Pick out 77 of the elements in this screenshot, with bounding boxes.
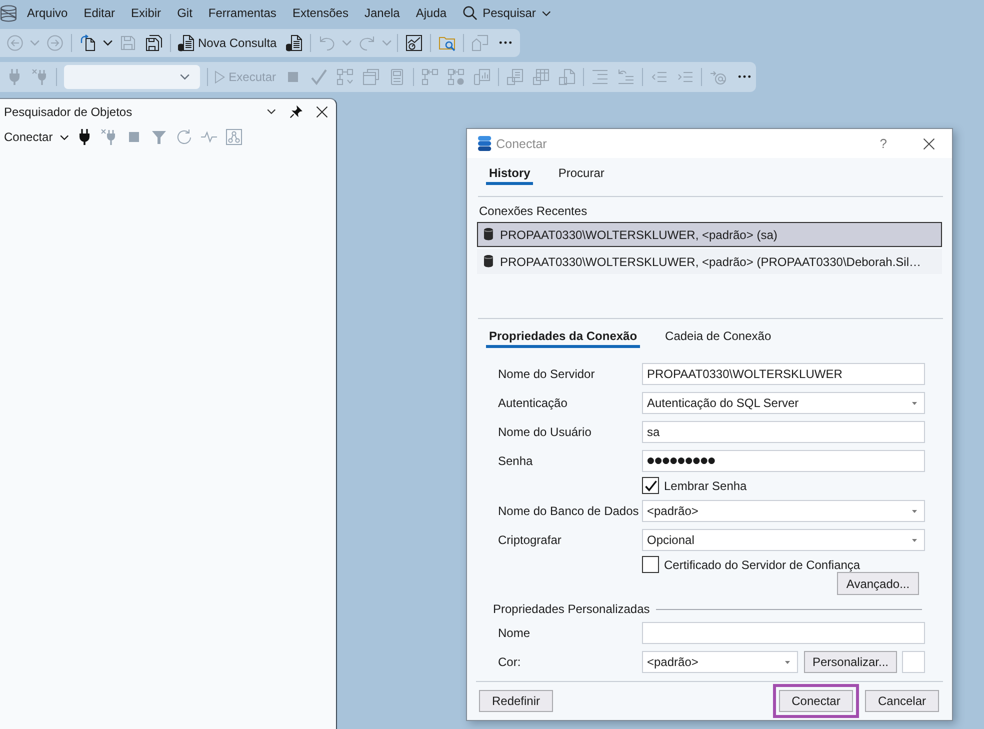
floppy-disks-icon[interactable]	[146, 35, 162, 51]
text-field[interactable]	[642, 622, 925, 644]
group-heading: Propriedades Personalizadas	[493, 601, 650, 617]
database-icon	[484, 255, 493, 268]
field-label: Nome	[498, 626, 532, 640]
caret-down-icon	[912, 538, 917, 542]
search-menu[interactable]: Pesquisar	[462, 6, 551, 20]
field-label: Nome do Servidor	[498, 367, 596, 381]
query-document-icon	[178, 35, 194, 51]
text-field[interactable]: sa	[642, 421, 925, 443]
field-label: Senha	[498, 454, 534, 468]
field-label: Criptografar	[498, 533, 562, 547]
form-button[interactable]: Avançado...	[837, 572, 919, 595]
menu-item[interactable]: Editar	[84, 6, 116, 20]
panel-title: Pesquisador de Objetos	[4, 104, 134, 118]
dialog-title: Conectar	[496, 136, 548, 150]
search-icon	[462, 6, 477, 20]
help-button[interactable]: ?	[880, 136, 887, 151]
menu-item[interactable]: Ferramentas	[208, 6, 276, 20]
tab[interactable]: Cadeia de Conexão	[662, 327, 774, 348]
checkbox-label: Certificado do Servidor de Confiança	[664, 558, 860, 572]
folder-search-icon[interactable]	[438, 35, 455, 51]
dropdown[interactable]: <padrão>	[642, 500, 925, 522]
play-icon	[215, 70, 225, 84]
menu-item[interactable]: Janela	[364, 6, 400, 20]
menu-item[interactable]: Ajuda	[416, 6, 447, 20]
chevron-down-icon[interactable]	[103, 40, 113, 46]
connection-item[interactable]: PROPAAT0330\WOLTERSKLUWER, <padrão> (PROPAAT0330\Deborah.Sil…	[477, 249, 942, 274]
color-swatch[interactable]	[902, 651, 925, 673]
field-label: Nome do Usuário	[498, 425, 592, 439]
stacked-disks-icon	[478, 136, 492, 151]
toolbar-button[interactable]: Nova Consulta	[175, 31, 280, 55]
tab[interactable]: Propriedades da Conexão	[486, 327, 640, 348]
new-file-icon[interactable]	[80, 35, 96, 51]
chevron-down-icon[interactable]	[267, 109, 276, 114]
checkbox[interactable]	[642, 556, 659, 573]
text-field[interactable]: PROPAAT0330\WOLTERSKLUWER	[642, 363, 925, 385]
chevron-down-icon	[60, 134, 68, 140]
connection-item[interactable]: PROPAAT0330\WOLTERSKLUWER, <padrão> (sa)	[477, 222, 942, 247]
chevron-down-icon	[542, 10, 551, 16]
close-icon[interactable]	[316, 106, 328, 118]
field-label: Autenticação	[498, 396, 568, 410]
menu-item[interactable]: Git	[177, 6, 192, 20]
chart-window-icon[interactable]	[406, 35, 422, 51]
section-heading: Conexões Recentes	[479, 203, 588, 219]
field-label: Cor:	[498, 655, 522, 669]
more-icon[interactable]	[738, 75, 750, 79]
dropdown[interactable]: Opcional	[642, 529, 925, 551]
checkbox-label: Lembrar Senha	[664, 478, 747, 492]
field-label: Nome do Banco de Dados	[498, 504, 640, 518]
dialog-button[interactable]: Conectar	[779, 690, 853, 712]
plug-icon[interactable]	[78, 129, 90, 145]
combo-field[interactable]	[64, 65, 200, 89]
database-icon	[484, 228, 493, 241]
menu-item[interactable]: Extensões	[292, 6, 348, 20]
pin-icon[interactable]	[290, 106, 302, 118]
menu-button[interactable]: Conectar	[1, 125, 72, 149]
dropdown[interactable]: <padrão>	[642, 651, 798, 673]
query-document-icon[interactable]	[286, 35, 302, 51]
tab[interactable]: History	[486, 164, 534, 185]
chevron-down-icon	[180, 74, 190, 80]
close-icon[interactable]	[923, 138, 935, 150]
dialog-button[interactable]: Cancelar	[865, 690, 939, 712]
caret-down-icon	[785, 660, 790, 664]
more-icon[interactable]	[499, 41, 512, 45]
caret-down-icon	[912, 510, 917, 512]
dialog-button[interactable]: Redefinir	[479, 690, 553, 712]
checkmark-icon	[644, 480, 656, 492]
menu-item[interactable]: Arquivo	[27, 6, 68, 20]
menu-item[interactable]: Exibir	[131, 6, 162, 20]
checkbox[interactable]	[642, 477, 659, 494]
dropdown[interactable]: Autenticação do SQL Server	[642, 392, 925, 414]
customize-button[interactable]: Personalizar...	[804, 651, 897, 673]
password-field[interactable]: ●●●●●●●●●	[642, 450, 925, 472]
app-logo-icon	[0, 4, 17, 22]
caret-down-icon	[912, 402, 917, 404]
tab[interactable]: Procurar	[555, 164, 608, 185]
